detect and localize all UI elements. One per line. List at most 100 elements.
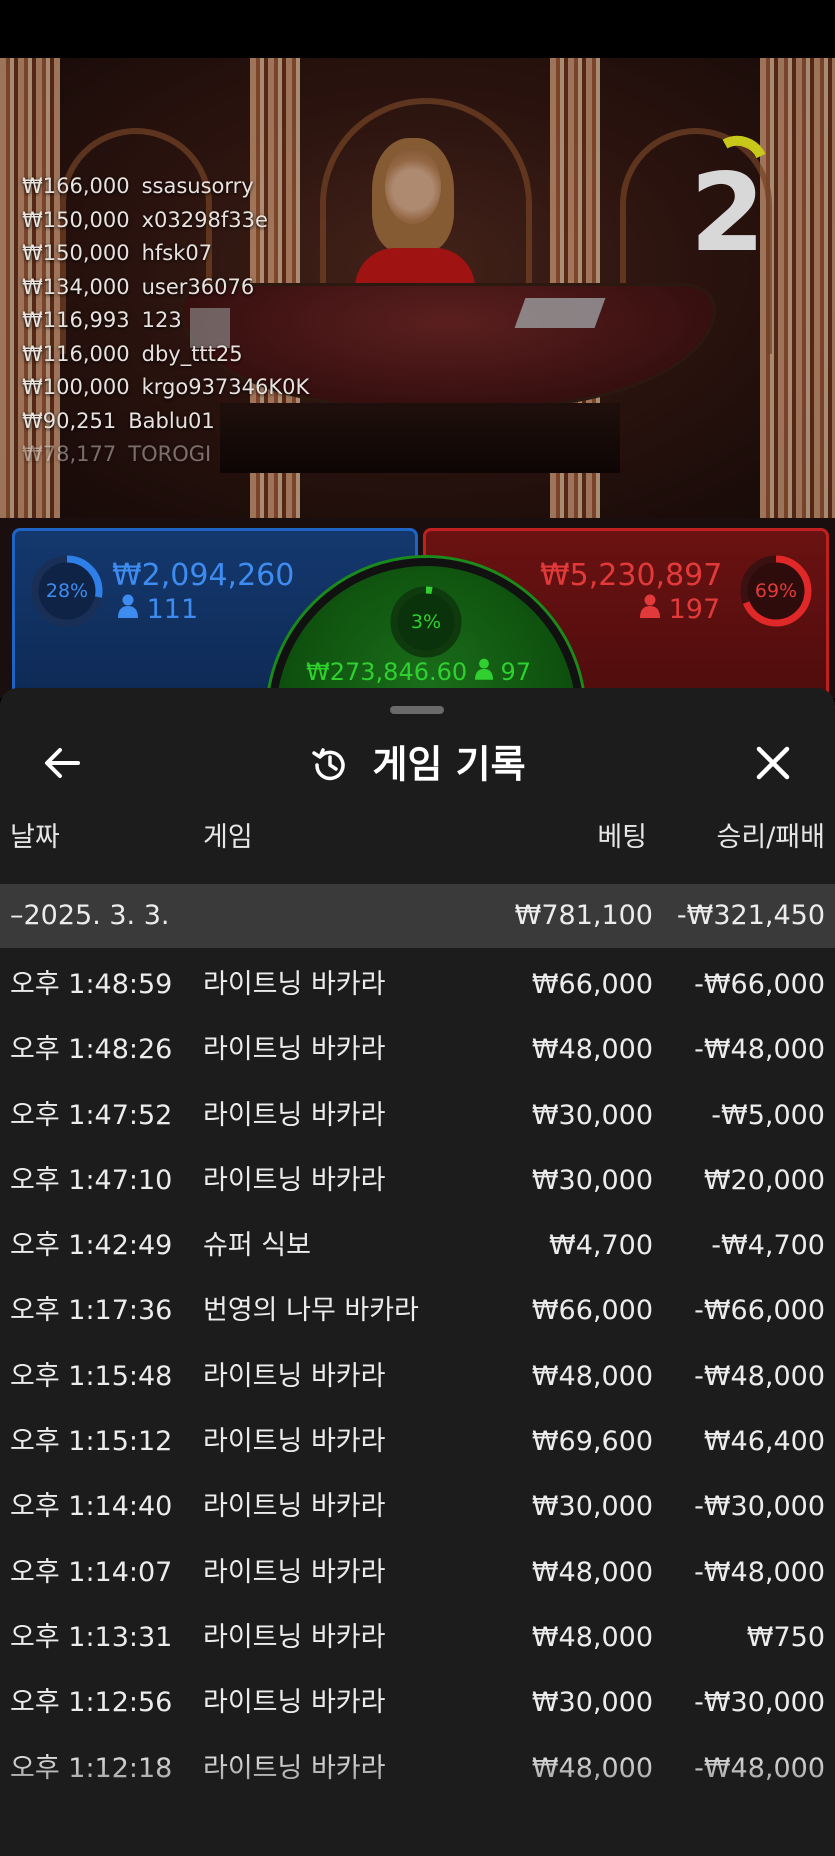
row-bet: ₩4,700 xyxy=(549,1230,653,1262)
player-bet-amount: ₩2,094,260 xyxy=(112,558,295,593)
row-bet: ₩30,000 xyxy=(531,1164,653,1196)
row-result: -₩30,000 xyxy=(694,1687,825,1719)
history-icon xyxy=(312,747,346,780)
leaderboard-username: ssasusorry xyxy=(141,174,254,198)
date-group-result: -₩321,450 xyxy=(676,900,825,931)
table-row[interactable]: 오후 1:13:31 라이트닝 바카라 ₩48,000 ₩750 xyxy=(0,1605,835,1670)
leaderboard-row: ₩78,177 TOROGI xyxy=(22,438,309,472)
countdown-timer: 2 xyxy=(690,151,766,276)
row-game: 라이트닝 바카라 xyxy=(203,1752,386,1784)
row-game: 라이트닝 바카라 xyxy=(203,1164,386,1196)
row-bet: ₩30,000 xyxy=(531,1491,653,1523)
column-header-result: 승리/패배 xyxy=(716,822,825,853)
column-header-date: 날짜 xyxy=(10,822,60,853)
leaderboard-amount: ₩166,000 xyxy=(22,174,130,198)
row-result: -₩48,000 xyxy=(694,1360,825,1392)
leaderboard-amount: ₩100,000 xyxy=(22,375,130,399)
table-row[interactable]: 오후 1:47:10 라이트닝 바카라 ₩30,000 ₩20,000 xyxy=(0,1148,835,1213)
leaderboard-amount: ₩78,177 xyxy=(22,442,117,466)
tie-percent: 3% xyxy=(410,611,442,633)
banker-percent-ring: 69% xyxy=(738,553,814,629)
table-row[interactable]: 오후 1:12:18 라이트닝 바카라 ₩48,000 -₩48,000 xyxy=(0,1736,835,1801)
row-result: ₩20,000 xyxy=(703,1164,825,1196)
table-row[interactable]: 오후 1:47:52 라이트닝 바카라 ₩30,000 -₩5,000 xyxy=(0,1083,835,1148)
player-bettor-count: 111 xyxy=(146,594,199,625)
column-header-game: 게임 xyxy=(203,822,253,853)
row-time: 오후 1:14:40 xyxy=(10,1491,173,1523)
leaderboard-username: 123 xyxy=(141,308,182,332)
row-bet: ₩48,000 xyxy=(531,1621,653,1653)
leaderboard-username: krgo937346K0K xyxy=(141,375,310,399)
close-button[interactable] xyxy=(748,738,798,788)
tie-percent-ring: 3% xyxy=(388,584,464,660)
row-result: -₩48,000 xyxy=(694,1752,825,1784)
table-row[interactable]: 오후 1:48:26 라이트닝 바카라 ₩48,000 -₩48,000 xyxy=(0,1017,835,1082)
row-bet: ₩48,000 xyxy=(531,1556,653,1588)
banker-bet-amount: ₩5,230,897 xyxy=(540,558,723,593)
row-time: 오후 1:13:31 xyxy=(10,1621,173,1653)
leaderboard-row: ₩166,000 ssasusorry xyxy=(22,170,309,204)
history-rows: 오후 1:48:59 라이트닝 바카라 ₩66,000 -₩66,000 오후 1:48… xyxy=(0,952,835,1801)
row-game: 라이트닝 바카라 xyxy=(203,1556,386,1588)
banker-bettor-count: 197 xyxy=(668,594,721,625)
row-result: -₩4,700 xyxy=(711,1230,825,1262)
leaderboard-username: TOROGI xyxy=(128,442,212,466)
row-result: ₩46,400 xyxy=(703,1426,825,1458)
table-row[interactable]: 오후 1:14:40 라이트닝 바카라 ₩30,000 -₩30,000 xyxy=(0,1474,835,1539)
row-game: 라이트닝 바카라 xyxy=(203,1099,386,1131)
row-game: 번영의 나무 바카라 xyxy=(203,1295,419,1327)
row-time: 오후 1:15:48 xyxy=(10,1360,173,1392)
table-row[interactable]: 오후 1:42:49 슈퍼 식보 ₩4,700 -₩4,700 xyxy=(0,1213,835,1278)
table-row[interactable]: 오후 1:15:48 라이트닝 바카라 ₩48,000 -₩48,000 xyxy=(0,1344,835,1409)
leaderboard-row: ₩134,000 user36076 xyxy=(22,271,309,305)
row-game: 라이트닝 바카라 xyxy=(203,1426,386,1458)
row-time: 오후 1:48:59 xyxy=(10,969,173,1000)
leaderboard-row: ₩116,993 123 xyxy=(22,304,309,338)
close-icon xyxy=(756,746,790,780)
tie-bet-amount: ₩273,846.60 xyxy=(306,658,468,686)
leaderboard-row: ₩150,000 x03298f33e xyxy=(22,204,309,238)
table-row[interactable]: 오후 1:48:59 라이트닝 바카라 ₩66,000 -₩66,000 xyxy=(0,952,835,1017)
leaderboard-row: ₩90,251 Bablu01 xyxy=(22,405,309,439)
column-header-bet: 베팅 xyxy=(597,822,647,853)
row-result: -₩66,000 xyxy=(694,969,825,1000)
sheet-drag-handle[interactable] xyxy=(390,706,444,714)
user-icon xyxy=(474,658,493,680)
leaderboard-username: x03298f33e xyxy=(141,207,268,232)
row-game: 슈퍼 식보 xyxy=(203,1230,311,1262)
row-time: 오후 1:47:10 xyxy=(10,1164,173,1196)
row-bet: ₩66,000 xyxy=(531,969,653,1000)
table-row[interactable]: 오후 1:14:07 라이트닝 바카라 ₩48,000 -₩48,000 xyxy=(0,1540,835,1605)
status-bar xyxy=(0,0,835,58)
row-game: 라이트닝 바카라 xyxy=(203,1360,386,1392)
table-row[interactable]: 오후 1:15:12 라이트닝 바카라 ₩69,600 ₩46,400 xyxy=(0,1409,835,1474)
row-game: 라이트닝 바카라 xyxy=(203,1491,386,1523)
row-bet: ₩48,000 xyxy=(531,1034,653,1066)
banker-percent: 69% xyxy=(754,580,798,602)
row-result: ₩750 xyxy=(746,1621,825,1653)
row-result: -₩48,000 xyxy=(694,1034,825,1066)
live-video: ₩166,000 ssasusorry ₩150,000 x03298f33e ₩150… xyxy=(0,58,835,518)
player-percent: 28% xyxy=(45,580,89,602)
row-bet: ₩48,000 xyxy=(531,1752,653,1784)
leaderboard-amount: ₩116,000 xyxy=(22,341,130,366)
leaderboard-row: ₩150,000 hfsk07 xyxy=(22,237,309,271)
game-history-sheet: 게임 기록 날짜 게임 베팅 승리/패배 –2025. 3. 3. ₩781,1… xyxy=(0,688,835,1856)
row-time: 오후 1:12:18 xyxy=(10,1752,173,1784)
leaderboard-username: user36076 xyxy=(141,274,255,299)
row-result: -₩48,000 xyxy=(694,1556,825,1588)
table-row[interactable]: 오후 1:17:36 번영의 나무 바카라 ₩66,000 -₩66,000 xyxy=(0,1278,835,1343)
table-row[interactable]: 오후 1:12:56 라이트닝 바카라 ₩30,000 -₩30,000 xyxy=(0,1670,835,1735)
row-time: 오후 1:12:56 xyxy=(10,1687,173,1719)
row-game: 라이트닝 바카라 xyxy=(203,1687,386,1719)
player-bettors: 111 xyxy=(118,594,198,625)
date-group-label: –2025. 3. 3. xyxy=(10,900,170,931)
banker-bettors: 197 xyxy=(640,594,720,625)
row-game: 라이트닝 바카라 xyxy=(203,1621,386,1653)
leaderboard-amount: ₩150,000 xyxy=(22,207,130,232)
row-time: 오후 1:47:52 xyxy=(10,1099,173,1131)
tie-bet-info: ₩273,846.60 97 xyxy=(306,658,531,686)
date-group-row[interactable]: –2025. 3. 3. ₩781,100 -₩321,450 xyxy=(0,884,835,948)
leaderboard-amount: ₩134,000 xyxy=(22,274,130,299)
row-game: 라이트닝 바카라 xyxy=(203,969,386,1000)
